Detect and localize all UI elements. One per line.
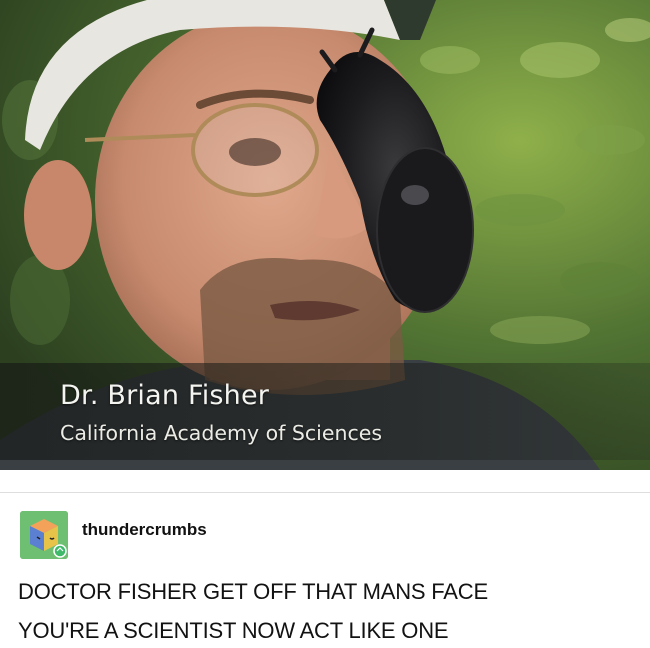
post-text-line-2: YOU'RE A SCIENTIST NOW ACT LIKE ONE: [18, 618, 449, 643]
post-reply: thundercrumbs DOCTOR FISHER GET OFF THAT…: [0, 493, 650, 648]
reblog-icon: [53, 544, 67, 558]
avatar[interactable]: [20, 511, 68, 559]
caption-organization: California Academy of Sciences: [60, 421, 383, 445]
lower-third-banner: [0, 363, 650, 460]
slug-mantle: [376, 147, 474, 313]
eye: [229, 138, 281, 166]
isometric-box-icon: [20, 511, 68, 559]
username[interactable]: thundercrumbs: [82, 520, 207, 540]
ear: [24, 160, 92, 270]
caption-name: Dr. Brian Fisher: [60, 380, 270, 411]
video-still: Dr. Brian Fisher California Academy of S…: [0, 0, 650, 470]
post-text-line-1: DOCTOR FISHER GET OFF THAT MANS FACE: [18, 579, 488, 604]
